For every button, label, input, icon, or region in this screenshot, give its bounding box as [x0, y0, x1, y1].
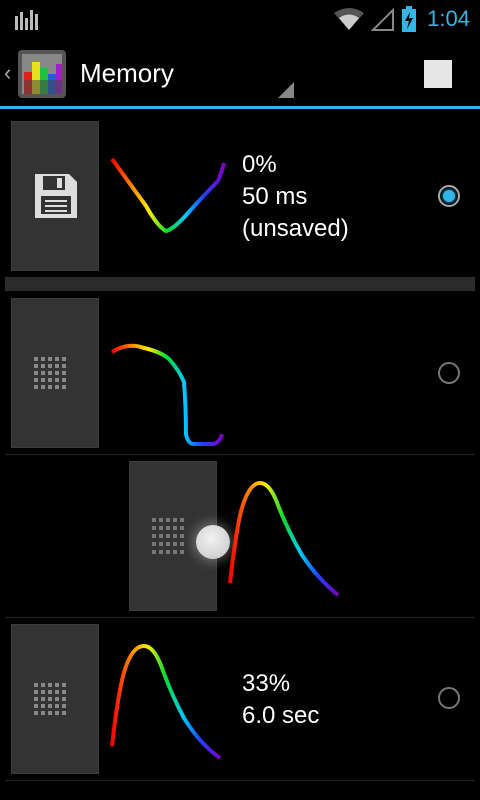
slot-info: 0% 50 ms (unsaved): [242, 149, 349, 245]
curve-step-down: [110, 343, 224, 446]
spinner-icon[interactable]: [278, 82, 294, 98]
grid-icon: [34, 357, 66, 389]
slot-percent: 0%: [242, 151, 277, 178]
slot-radio-selected[interactable]: [438, 185, 460, 207]
signal-icon: [371, 7, 395, 31]
slot-info: 33% 6.0 sec: [242, 668, 319, 732]
status-time: 1:04: [427, 6, 470, 31]
slot-tile[interactable]: [11, 298, 99, 448]
slot-radio[interactable]: [438, 687, 460, 709]
battery-charging-icon: [402, 6, 417, 32]
floppy-disk-icon: [35, 174, 77, 218]
grid-icon: [34, 683, 66, 715]
curve-peak: [110, 643, 222, 760]
app-title[interactable]: Memory: [80, 58, 174, 89]
row-divider: [5, 780, 475, 781]
section-divider: [5, 277, 475, 291]
row-divider: [5, 454, 475, 455]
slot-row-3-dragging[interactable]: [0, 461, 480, 611]
grid-icon: [152, 518, 184, 554]
slot-percent: 33%: [242, 670, 291, 697]
row-divider: [5, 617, 475, 618]
slot-radio[interactable]: [438, 362, 460, 384]
slot-duration: 50 ms: [242, 183, 308, 210]
equalizer-icon: [15, 10, 38, 30]
slot-row-4[interactable]: 33% 6.0 sec: [0, 624, 480, 774]
slot-row-2[interactable]: [0, 298, 480, 448]
action-bar: ‹ Memory: [0, 38, 480, 109]
wifi-icon: [334, 8, 365, 30]
status-bar: 1:04: [0, 0, 480, 38]
action-bar-divider: [0, 106, 480, 109]
slot-duration: 6.0 sec: [242, 702, 320, 729]
drag-handle-icon[interactable]: [196, 525, 230, 559]
slot-row-1[interactable]: 0% 50 ms (unsaved): [0, 121, 480, 271]
app-icon[interactable]: [18, 50, 66, 98]
back-chevron-icon[interactable]: ‹: [4, 60, 11, 86]
curve-v-shape: [110, 157, 226, 234]
stop-button[interactable]: [424, 60, 452, 88]
curve-peak: [228, 480, 340, 597]
slot-tile[interactable]: [11, 121, 99, 271]
slot-status: (unsaved): [242, 215, 349, 242]
slot-tile[interactable]: [11, 624, 99, 774]
